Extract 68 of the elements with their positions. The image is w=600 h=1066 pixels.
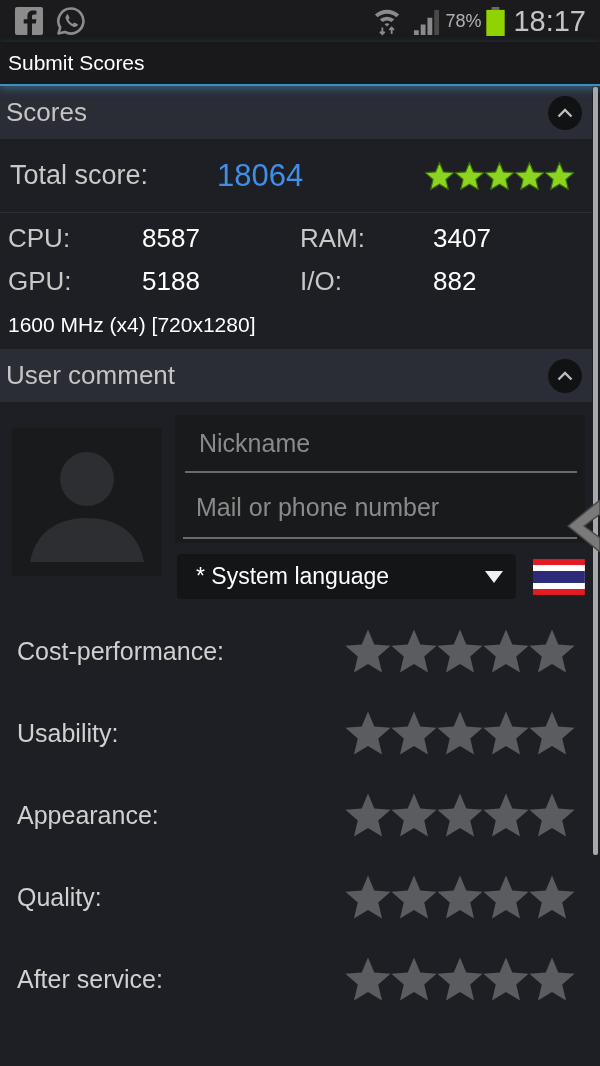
star-icon xyxy=(515,161,544,190)
star-icon xyxy=(485,161,514,190)
scrollbar[interactable] xyxy=(593,87,598,855)
rating-label: Quality: xyxy=(17,882,102,912)
section-header[interactable]: Scores xyxy=(0,86,592,139)
star-icon[interactable] xyxy=(529,957,575,1001)
star-icon[interactable] xyxy=(483,793,529,837)
star-icon[interactable] xyxy=(437,629,483,673)
star-icon xyxy=(455,161,484,190)
star-icon[interactable] xyxy=(483,711,529,755)
star-icon[interactable] xyxy=(391,629,437,673)
star-icon[interactable] xyxy=(483,957,529,1001)
star-icon[interactable] xyxy=(437,793,483,837)
star-icon xyxy=(425,161,454,190)
section-title: Scores xyxy=(6,97,87,128)
collapse-button[interactable] xyxy=(548,358,582,393)
side-handle-icon[interactable] xyxy=(564,500,600,552)
section-header[interactable]: User comment xyxy=(0,349,592,402)
metric-value: 882 xyxy=(433,266,478,297)
star-icon xyxy=(545,161,574,190)
chevron-up-icon xyxy=(557,107,573,118)
rating-label: Cost-performance: xyxy=(17,636,225,666)
rating-label: Usability: xyxy=(17,718,119,748)
battery-percent: 78% xyxy=(445,10,482,32)
total-score-label: Total score: xyxy=(10,160,150,191)
star-icon[interactable] xyxy=(529,793,575,837)
f-logo-icon xyxy=(15,7,43,35)
star-icon[interactable] xyxy=(391,875,437,919)
star-icon[interactable] xyxy=(483,875,529,919)
metric-label: I/O: xyxy=(300,266,343,297)
nickname-field[interactable]: Nickname xyxy=(175,415,585,479)
rating-label: After service: xyxy=(17,964,163,994)
section-title: User comment xyxy=(6,360,176,391)
star-icon[interactable] xyxy=(529,711,575,755)
star-icon[interactable] xyxy=(529,629,575,673)
caret-down-icon xyxy=(484,569,505,584)
star-icon[interactable] xyxy=(345,711,391,755)
metric-label: GPU: xyxy=(8,266,73,297)
battery-icon xyxy=(486,6,506,36)
metric-label: CPU: xyxy=(8,223,72,254)
collapse-button[interactable] xyxy=(548,95,582,130)
star-icon[interactable] xyxy=(345,793,391,837)
star-icon[interactable] xyxy=(345,875,391,919)
star-icon[interactable] xyxy=(529,875,575,919)
contact-field[interactable]: Mail or phone number xyxy=(175,479,585,543)
screen-title: Submit Scores xyxy=(8,51,145,75)
metric-value: 8587 xyxy=(142,223,201,254)
star-icon[interactable] xyxy=(483,629,529,673)
clock-time: 18:17 xyxy=(513,4,586,38)
signal-icon xyxy=(413,7,441,35)
language-dropdown[interactable]: * System language xyxy=(177,554,517,599)
star-icon[interactable] xyxy=(437,957,483,1001)
star-icon[interactable] xyxy=(391,711,437,755)
star-icon[interactable] xyxy=(391,793,437,837)
rating-label: Appearance: xyxy=(17,800,159,830)
phone-bubble-icon xyxy=(56,6,86,36)
chevron-up-icon xyxy=(557,370,573,381)
star-icon[interactable] xyxy=(391,957,437,1001)
metric-value: 5188 xyxy=(142,266,201,297)
device-info: 1600 MHz (x4) [720x1280] xyxy=(8,312,257,337)
total-score-value: 18064 xyxy=(217,157,304,194)
star-icon[interactable] xyxy=(345,629,391,673)
flag-icon xyxy=(533,558,585,595)
star-icon[interactable] xyxy=(437,875,483,919)
star-icon[interactable] xyxy=(345,957,391,1001)
metric-value: 3407 xyxy=(433,223,492,254)
star-icon[interactable] xyxy=(437,711,483,755)
metric-label: RAM: xyxy=(300,223,366,254)
